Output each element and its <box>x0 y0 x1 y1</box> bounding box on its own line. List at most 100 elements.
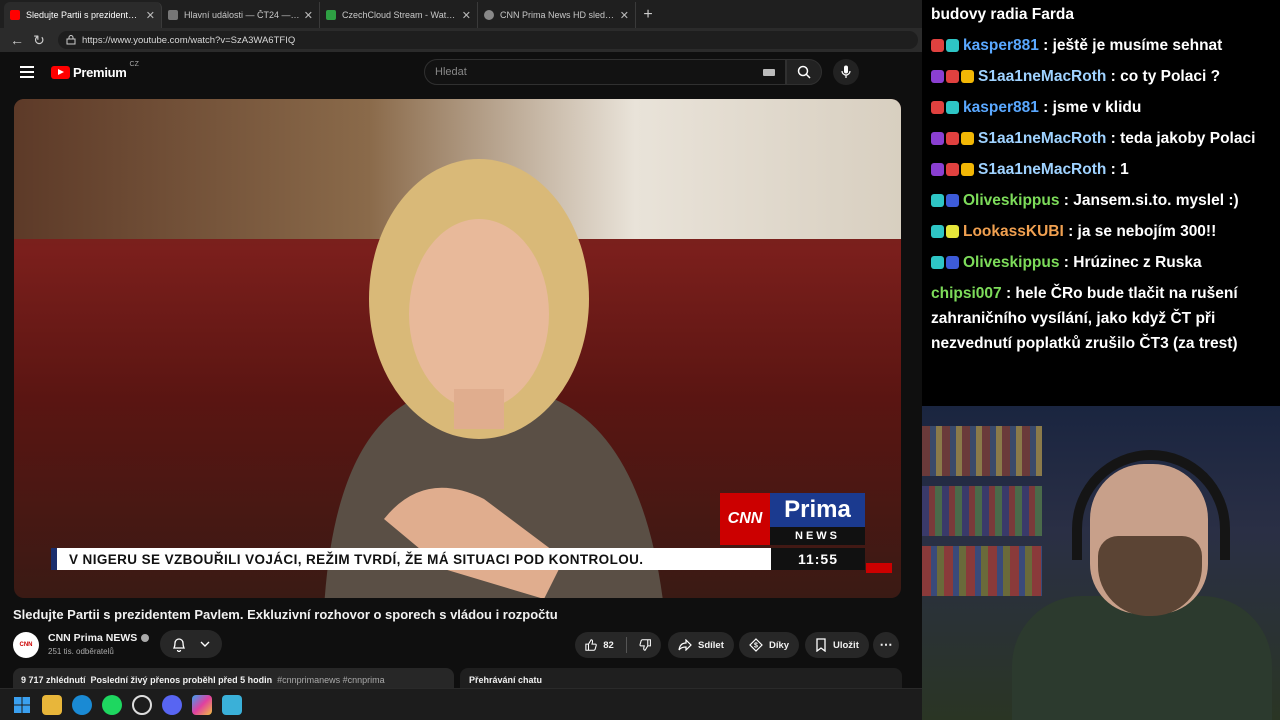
thumbs-up-icon[interactable] <box>585 638 597 652</box>
notepad-icon[interactable] <box>222 694 242 715</box>
chat-username[interactable]: LookassKUBI <box>963 223 1064 240</box>
badge-icon <box>931 194 944 208</box>
tab-ct24[interactable]: Hlavní události — ČT24 — Česká ✕ <box>162 2 320 28</box>
chat-username[interactable]: kasper881 <box>963 99 1039 116</box>
badge-icon <box>931 225 944 239</box>
notifications-button[interactable] <box>160 630 222 658</box>
channel-name[interactable]: CNN Prima NEWS <box>48 632 150 644</box>
bookmark-icon <box>816 638 826 652</box>
file-explorer-icon[interactable] <box>42 694 62 715</box>
chat-message: chipsi007 : hele ČRo bude tlačit na ruše… <box>931 281 1280 356</box>
windows-taskbar <box>0 688 922 720</box>
menu-icon[interactable] <box>20 66 34 78</box>
video-player[interactable]: CNN Prima NEWS V NIGERU SE VZBOUŘILI VOJ… <box>14 99 901 598</box>
chat-badges <box>931 39 959 53</box>
news-ticker: V NIGERU SE VZBOUŘILI VOJÁCI, REŽIM TVRD… <box>51 548 771 570</box>
spotify-icon[interactable] <box>102 694 122 715</box>
save-label: Uložit <box>833 639 859 651</box>
badge-icon <box>931 132 944 146</box>
video-title: Sledujte Partii s prezidentem Pavlem. Ex… <box>13 607 558 622</box>
chat-username[interactable]: Oliveskippus <box>963 192 1059 209</box>
close-tab-icon[interactable]: ✕ <box>462 9 471 22</box>
windows-start-icon[interactable] <box>12 695 32 715</box>
chat-username[interactable]: S1aa1neMacRoth <box>978 68 1106 85</box>
close-tab-icon[interactable]: ✕ <box>620 9 629 22</box>
subscriber-count: 251 tis. odběratelů <box>48 647 114 656</box>
tab-title: CNN Prima News HD sledujte onl <box>500 10 616 20</box>
obs-icon[interactable] <box>132 694 152 715</box>
share-button[interactable]: Sdílet <box>668 632 734 658</box>
svg-text:$: $ <box>754 643 758 650</box>
tab-youtube[interactable]: Sledujte Partii s prezidentem Pavlem ✕ <box>4 2 162 28</box>
like-count[interactable]: 82 <box>603 640 614 651</box>
chat-badges <box>931 194 959 208</box>
voice-search-button[interactable] <box>833 59 859 85</box>
prima-logo-text: Prima <box>770 493 865 527</box>
channel-avatar[interactable]: CNN <box>13 632 39 658</box>
stream-info: Poslední živý přenos proběhl před 5 hodi… <box>90 675 273 685</box>
badge-icon <box>931 39 944 53</box>
stream-chat-overlay: budovy radia Farda kasper881 : ještě je m… <box>922 0 1280 406</box>
chat-message: S1aa1neMacRoth : co ty Polaci ? <box>931 64 1280 89</box>
browser-tab-bar: Sledujte Partii s prezidentem Pavlem ✕ H… <box>0 0 922 28</box>
badge-icon <box>931 163 944 177</box>
chat-badges <box>931 101 959 115</box>
back-arrow-icon[interactable]: ← <box>6 29 28 51</box>
chat-badges <box>931 132 974 146</box>
reload-icon[interactable]: ↻ <box>28 29 50 51</box>
tab-czechcloud[interactable]: CzechCloud Stream - Watch Live ✕ <box>320 2 478 28</box>
youtube-premium-logo[interactable]: Premium CZ <box>51 61 139 80</box>
address-bar-row: ← ↻ https://www.youtube.com/watch?v=SzA3… <box>0 28 922 52</box>
badge-icon <box>946 70 959 84</box>
chat-username[interactable]: Oliveskippus <box>963 254 1059 271</box>
close-tab-icon[interactable]: ✕ <box>304 9 313 22</box>
chat-username[interactable]: S1aa1neMacRoth <box>978 130 1106 147</box>
badge-icon <box>946 194 959 208</box>
like-divider <box>625 637 627 653</box>
chat-text: : jsme v klidu <box>1043 99 1142 116</box>
keyboard-icon[interactable] <box>763 69 775 76</box>
chat-username[interactable]: chipsi007 <box>931 285 1002 302</box>
chat-message: S1aa1neMacRoth : 1 <box>931 157 1280 182</box>
hashtags[interactable]: #cnnprimanews #cnnprima <box>277 675 385 685</box>
chat-badges <box>931 225 959 239</box>
badge-icon <box>961 70 974 84</box>
badge-icon <box>946 132 959 146</box>
chat-message: kasper881 : ještě je musíme sehnat <box>931 33 1280 58</box>
chat-text: : Jansem.si.to. myslel :) <box>1063 192 1239 209</box>
youtube-favicon-icon <box>10 10 20 20</box>
close-tab-icon[interactable]: ✕ <box>146 9 155 22</box>
czechcloud-favicon-icon <box>326 10 336 20</box>
tab-title: CzechCloud Stream - Watch Live <box>342 10 458 20</box>
broadcast-clock: 11:55 <box>771 548 865 570</box>
chat-username[interactable]: kasper881 <box>963 37 1039 54</box>
super-thanks-icon: $ <box>749 638 763 652</box>
search-button[interactable] <box>786 59 822 85</box>
thanks-button[interactable]: $ Díky <box>739 632 800 658</box>
video-frame-presenter <box>324 159 663 598</box>
chevron-down-icon <box>200 641 210 647</box>
badge-icon <box>961 132 974 146</box>
view-count: 9 717 zhlédnutí <box>21 675 86 685</box>
site-info-icon[interactable] <box>66 35 76 45</box>
youtube-play-icon <box>51 66 70 79</box>
badge-icon <box>931 70 944 84</box>
edge-browser-icon[interactable] <box>72 694 92 715</box>
search-placeholder: Hledat <box>435 66 467 78</box>
badge-icon <box>961 163 974 177</box>
thumbs-down-icon[interactable] <box>639 638 651 652</box>
more-actions-button[interactable]: ⋯ <box>873 632 899 658</box>
chat-username[interactable]: S1aa1neMacRoth <box>978 161 1106 178</box>
copilot-icon[interactable] <box>192 694 212 715</box>
search-input[interactable]: Hledat <box>424 59 786 85</box>
chat-badges <box>931 256 959 270</box>
save-button[interactable]: Uložit <box>805 632 869 658</box>
chat-message: budovy radia Farda <box>931 2 1280 27</box>
ct24-favicon-icon <box>168 10 178 20</box>
tab-cnn-prima[interactable]: CNN Prima News HD sledujte onl ✕ <box>478 2 636 28</box>
discord-icon[interactable] <box>162 694 182 715</box>
new-tab-button[interactable]: + <box>636 2 660 28</box>
chat-message: Oliveskippus : Jansem.si.to. myslel :) <box>931 188 1280 213</box>
url-field[interactable]: https://www.youtube.com/watch?v=SzA3WA6T… <box>58 31 918 49</box>
chat-badges <box>931 163 974 177</box>
